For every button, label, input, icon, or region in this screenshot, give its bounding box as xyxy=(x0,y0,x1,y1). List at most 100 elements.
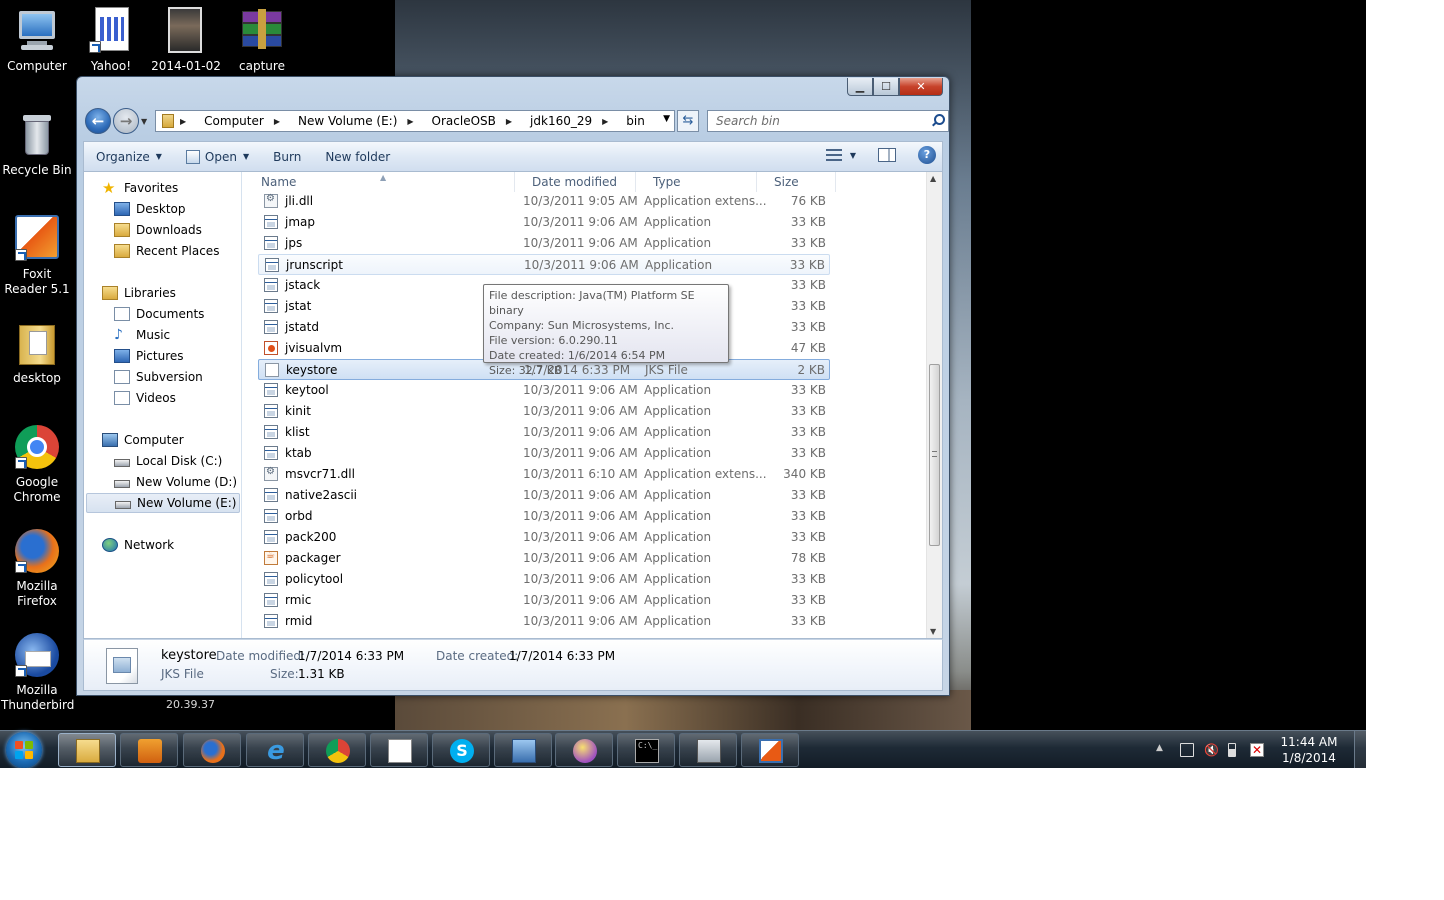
close-button[interactable]: ✕ xyxy=(899,78,943,96)
column-header-date-modified[interactable]: Date modified xyxy=(515,172,636,192)
back-button[interactable]: ← xyxy=(85,108,111,134)
taskbar-command-prompt[interactable]: C:\_ xyxy=(617,733,675,767)
nav-network[interactable]: Network xyxy=(102,535,174,555)
desktop-icon-computer[interactable]: Computer xyxy=(1,7,73,74)
forward-button[interactable]: → xyxy=(113,108,139,134)
show-hidden-icons[interactable]: ▲ xyxy=(1156,743,1163,753)
taskbar-file-manager[interactable] xyxy=(679,733,737,767)
file-row[interactable]: klist 10/3/2011 9:06 AM Application 33 KB xyxy=(258,422,830,443)
desktop-icon-firefox[interactable]: Mozilla Firefox xyxy=(1,527,73,609)
taskbar-notepad[interactable] xyxy=(370,733,428,767)
nav-downloads[interactable]: Downloads xyxy=(114,220,202,240)
change-view-icon[interactable] xyxy=(825,149,842,161)
desktop-icon-photo[interactable]: 2014-01-02 xyxy=(150,7,222,74)
breadcrumb-separator[interactable]: ▶ xyxy=(407,117,421,126)
start-button[interactable] xyxy=(6,732,42,768)
file-row[interactable]: msvcr71.dll10/3/2011 6:10 AMApplication … xyxy=(258,464,830,485)
scroll-down-icon[interactable]: ▼ xyxy=(930,627,936,636)
maximize-button[interactable]: ☐ xyxy=(873,78,899,96)
network-tray-icon[interactable] xyxy=(1180,743,1194,757)
taskbar-yahoo-messenger[interactable] xyxy=(555,733,613,767)
nav-pictures[interactable]: Pictures xyxy=(114,346,184,366)
vertical-scrollbar[interactable]: ▲ ▼ xyxy=(926,172,942,638)
file-row[interactable]: keytool 10/3/2011 9:06 AM Application 33 KB xyxy=(258,380,830,401)
burn-button[interactable]: Burn xyxy=(261,144,313,170)
help-icon[interactable]: ? xyxy=(918,146,936,164)
file-row[interactable]: jli.dll10/3/2011 9:05 AMApplication exte… xyxy=(258,191,830,212)
file-row[interactable]: kinit 10/3/2011 9:06 AM Application 33 KB xyxy=(258,401,830,422)
taskbar-chrome[interactable] xyxy=(308,733,366,767)
show-desktop-button[interactable] xyxy=(1354,731,1366,768)
column-header-size[interactable]: Size xyxy=(757,172,836,192)
desktop-icon-yahoo[interactable]: Yahoo! xyxy=(75,7,147,74)
breadcrumb-jdk160-29[interactable]: jdk160_29 xyxy=(530,114,592,128)
file-row[interactable]: packager10/3/2011 9:06 AMApplication78 K… xyxy=(258,548,830,569)
file-row[interactable]: pack200 10/3/2011 9:06 AM Application 33 KB xyxy=(258,527,830,548)
nav-favorites[interactable]: ★ Favorites xyxy=(102,178,178,198)
taskbar-clock[interactable]: 11:44 AM 1/8/2014 xyxy=(1274,734,1344,766)
taskbar-media-player[interactable] xyxy=(120,733,178,767)
breadcrumb-computer[interactable]: Computer xyxy=(204,114,264,128)
breadcrumb-separator[interactable]: ▶ xyxy=(506,117,520,126)
organize-button[interactable]: Organize ▼ xyxy=(84,144,174,170)
file-row[interactable]: orbd 10/3/2011 9:06 AM Application 33 KB xyxy=(258,506,830,527)
new-folder-button[interactable]: New folder xyxy=(313,144,402,170)
search-icon[interactable] xyxy=(930,113,945,127)
breadcrumb-new-volume-e[interactable]: New Volume (E:) xyxy=(298,114,397,128)
breadcrumb-separator[interactable]: ▶ xyxy=(602,117,616,126)
battery-icon[interactable] xyxy=(1228,743,1236,757)
nav-recent-places[interactable]: Recent Places xyxy=(114,241,219,261)
nav-libraries[interactable]: Libraries xyxy=(102,283,176,303)
nav-documents[interactable]: Documents xyxy=(114,304,204,324)
address-dropdown-icon[interactable]: ▼ xyxy=(663,114,670,124)
address-bar[interactable]: ▶ Computer ▶ New Volume (E:) ▶ OracleOSB… xyxy=(155,110,675,132)
desktop-icon-recycle-bin[interactable]: Recycle Bin xyxy=(1,111,73,178)
minimize-button[interactable]: ▁ xyxy=(847,78,873,96)
file-row[interactable]: jps 10/3/2011 9:06 AM Application 33 KB xyxy=(258,233,830,254)
action-center-icon[interactable]: ✕ xyxy=(1250,743,1264,757)
refresh-button[interactable]: ⇆ xyxy=(677,110,699,132)
search-input[interactable] xyxy=(708,111,908,131)
open-button[interactable]: Open ▼ xyxy=(174,144,261,170)
nav-new-volume-e[interactable]: New Volume (E:) xyxy=(86,493,240,513)
file-row[interactable]: policytool 10/3/2011 9:06 AM Application 33… xyxy=(258,569,830,590)
column-header-name[interactable]: Name ▲ xyxy=(244,172,515,192)
desktop-icon-foxit[interactable]: Foxit Reader 5.1 xyxy=(1,215,73,297)
file-row[interactable]: native2ascii 10/3/2011 9:06 AM Application… xyxy=(258,485,830,506)
file-row-hovered[interactable]: jrunscript 10/3/2011 9:06 AM Application 33… xyxy=(258,254,830,275)
taskbar-foxit-reader[interactable] xyxy=(741,733,799,767)
file-row[interactable]: rmic 10/3/2011 9:06 AM Application 33 KB xyxy=(258,590,830,611)
file-row[interactable]: jmap 10/3/2011 9:06 AM Application 33 KB xyxy=(258,212,830,233)
recent-pages-dropdown[interactable]: ▼ xyxy=(141,117,147,126)
desktop-icon-thunderbird[interactable]: Mozilla Thunderbird xyxy=(1,631,74,713)
desktop-icon-capture[interactable]: capture xyxy=(226,7,298,74)
nav-computer[interactable]: Computer xyxy=(102,430,184,450)
scroll-up-icon[interactable]: ▲ xyxy=(930,174,936,183)
nav-videos[interactable]: Videos xyxy=(114,388,176,408)
file-row[interactable]: ktab 10/3/2011 9:06 AM Application 33 KB xyxy=(258,443,830,464)
preview-pane-icon[interactable] xyxy=(878,148,896,162)
view-options-chevron-icon[interactable]: ▼ xyxy=(850,151,856,160)
breadcrumb-separator[interactable]: ▶ xyxy=(274,117,288,126)
nav-local-disk-c[interactable]: Local Disk (C:) xyxy=(114,451,222,471)
desktop-icon-chrome[interactable]: Google Chrome xyxy=(1,423,73,505)
desktop-icon-desktop-folder[interactable]: desktop xyxy=(1,319,73,386)
column-header-type[interactable]: Type xyxy=(636,172,757,192)
volume-muted-icon[interactable]: 🔇 xyxy=(1204,743,1219,757)
taskbar-explorer[interactable] xyxy=(58,733,116,767)
taskbar-skype[interactable]: S xyxy=(432,733,490,767)
taskbar-network-monitor[interactable] xyxy=(494,733,552,767)
scrollbar-thumb[interactable] xyxy=(929,364,940,546)
file-row[interactable]: rmid 10/3/2011 9:06 AM Application 33 KB xyxy=(258,611,830,632)
explorer-window[interactable]: ▁ ☐ ✕ ← → ▼ ▶ Computer ▶ New Volume (E:)… xyxy=(76,76,950,696)
nav-music[interactable]: ♪ Music xyxy=(114,325,170,345)
nav-new-volume-d[interactable]: New Volume (D:) xyxy=(114,472,237,492)
nav-subversion[interactable]: Subversion xyxy=(114,367,203,387)
taskbar-firefox[interactable] xyxy=(183,733,241,767)
breadcrumb-bin[interactable]: bin xyxy=(626,114,645,128)
taskbar-internet-explorer[interactable]: e xyxy=(246,733,304,767)
breadcrumb-root[interactable]: ▶ xyxy=(180,117,194,126)
breadcrumb-oracleosb[interactable]: OracleOSB xyxy=(432,114,496,128)
search-box[interactable] xyxy=(707,110,949,132)
nav-desktop[interactable]: Desktop xyxy=(114,199,186,219)
